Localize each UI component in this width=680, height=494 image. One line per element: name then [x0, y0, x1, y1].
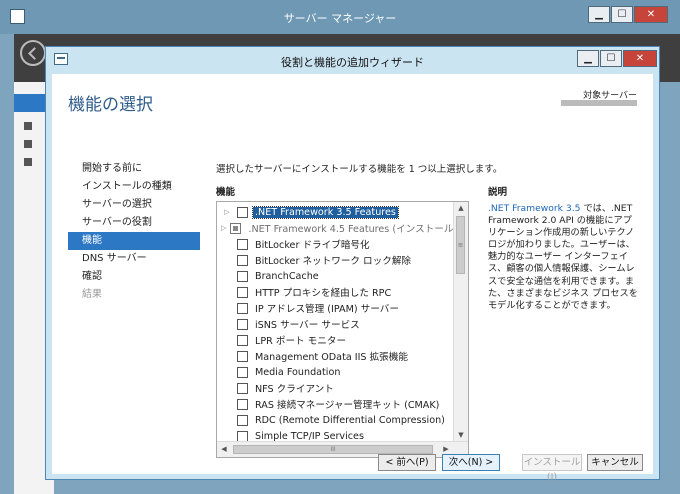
feature-label: RDC (Remote Differential Compression) [255, 414, 445, 426]
all-servers-icon[interactable] [24, 140, 32, 148]
scroll-left-arrow-icon[interactable]: ◀ [217, 442, 231, 457]
feature-row[interactable]: Media Foundation [217, 364, 455, 380]
cancel-button[interactable]: キャンセル [587, 454, 643, 471]
feature-row[interactable]: HTTP プロキシを経由した RPC [217, 284, 455, 300]
feature-row[interactable]: IP アドレス管理 (IPAM) サーバー [217, 300, 455, 316]
bg-close-button[interactable]: ✕ [634, 6, 668, 23]
next-button[interactable]: 次へ(N) > [442, 454, 500, 471]
previous-button[interactable]: < 前へ(P) [378, 454, 436, 471]
expand-arrow-icon[interactable]: ▷ [221, 224, 226, 232]
description-text: .NET Framework 3.5 では、.NET Framework 2.0… [488, 203, 638, 312]
server-manager-titlebar: サーバー マネージャー ▁ ☐ ✕ [0, 0, 680, 34]
expand-arrow-icon[interactable]: ▷ [221, 208, 233, 216]
feature-label: RAS 接続マネージャー管理キット (CMAK) [255, 400, 440, 411]
feature-row[interactable]: Simple TCP/IP Services [217, 428, 455, 442]
local-server-icon[interactable] [24, 122, 32, 130]
feature-label: Media Foundation [255, 366, 341, 378]
wizard-content: 機能の選択 対象サーバー 開始する前に インストールの種類 サーバーの選択 サー… [52, 74, 653, 483]
feature-checkbox[interactable] [237, 382, 248, 394]
wizard-maximize-button[interactable]: ☐ [600, 50, 622, 67]
features-list: ▷ .NET Framework 3.5 Features ▷ .NET Framew… [217, 202, 455, 442]
wizard-titlebar: 役割と機能の追加ウィザード ▁ ☐ ✕ [46, 47, 659, 73]
horizontal-scroll-thumb[interactable]: III [233, 445, 433, 454]
feature-label: .NET Framework 3.5 Features [252, 205, 399, 219]
vertical-scroll-thumb[interactable]: ≡ [456, 216, 465, 274]
step-dns-server[interactable]: DNS サーバー [68, 250, 200, 268]
feature-checkbox[interactable] [237, 334, 248, 346]
feature-checkbox[interactable] [237, 254, 248, 266]
instruction-text: 選択したサーバーにインストールする機能を 1 つ以上選択します。 [216, 164, 503, 175]
feature-row[interactable]: BitLocker ネットワーク ロック解除 [217, 252, 455, 268]
feature-label: NFS クライアント [255, 384, 334, 395]
bg-minimize-button[interactable]: ▁ [588, 6, 610, 23]
feature-row[interactable]: RAS 接続マネージャー管理キット (CMAK) [217, 396, 455, 412]
feature-checkbox[interactable] [230, 222, 242, 234]
feature-row[interactable]: NFS クライアント [217, 380, 455, 396]
feature-row[interactable]: ▷ .NET Framework 4.5 Features (インストール済み [217, 220, 455, 236]
features-heading: 機能 [216, 187, 236, 198]
feature-label: LPR ポート モニター [255, 336, 347, 347]
feature-checkbox[interactable] [237, 398, 248, 410]
feature-checkbox[interactable] [237, 302, 248, 314]
server-manager-title: サーバー マネージャー [283, 12, 397, 25]
feature-checkbox[interactable] [237, 270, 248, 282]
add-roles-features-wizard: 役割と機能の追加ウィザード ▁ ☐ ✕ 機能の選択 対象サーバー 開始する前に … [45, 46, 660, 483]
feature-checkbox[interactable] [237, 414, 248, 426]
feature-checkbox[interactable] [237, 238, 248, 250]
features-tree[interactable]: ▷ .NET Framework 3.5 Features ▷ .NET Framew… [216, 201, 469, 458]
feature-row[interactable]: RDC (Remote Differential Compression) [217, 412, 455, 428]
step-results: 結果 [82, 289, 102, 300]
step-confirmation[interactable]: 確認 [68, 268, 200, 286]
step-server-roles[interactable]: サーバーの役割 [68, 214, 200, 232]
feature-row[interactable]: iSNS サーバー サービス [217, 316, 455, 332]
feature-label: IP アドレス管理 (IPAM) サーバー [255, 304, 399, 315]
bg-maximize-button[interactable]: ☐ [611, 6, 633, 23]
feature-row[interactable]: LPR ポート モニター [217, 332, 455, 348]
page-title: 機能の選択 [68, 95, 153, 115]
feature-checkbox[interactable] [237, 318, 248, 330]
feature-label: iSNS サーバー サービス [255, 320, 360, 331]
feature-checkbox[interactable] [237, 430, 248, 442]
feature-label: BranchCache [255, 270, 319, 282]
feature-label: BitLocker ネットワーク ロック解除 [255, 256, 412, 267]
step-features[interactable]: 機能 [68, 232, 200, 250]
scroll-up-arrow-icon[interactable]: ▲ [454, 202, 468, 215]
wizard-minimize-button[interactable]: ▁ [577, 50, 599, 67]
feature-row[interactable]: BranchCache [217, 268, 455, 284]
wizard-close-button[interactable]: ✕ [623, 50, 657, 67]
install-button: インストール(I) [522, 454, 582, 483]
step-server-selection[interactable]: サーバーの選択 [68, 196, 200, 214]
feature-label: BitLocker ドライブ暗号化 [255, 240, 370, 251]
feature-row[interactable]: Management OData IIS 拡張機能 [217, 348, 455, 364]
feature-label: Simple TCP/IP Services [255, 430, 364, 442]
feature-checkbox[interactable] [237, 206, 248, 218]
back-arrow-icon[interactable] [20, 40, 46, 66]
feature-checkbox[interactable] [237, 350, 248, 362]
feature-checkbox[interactable] [237, 366, 248, 378]
feature-checkbox[interactable] [237, 286, 248, 298]
wizard-title: 役割と機能の追加ウィザード [281, 56, 424, 69]
file-services-icon[interactable] [24, 158, 32, 166]
feature-label: Management OData IIS 拡張機能 [255, 352, 408, 363]
destination-server-name-redacted [561, 100, 637, 106]
feature-label: HTTP プロキシを経由した RPC [255, 288, 392, 299]
wizard-steps: 開始する前に インストールの種類 サーバーの選択 サーバーの役割 機能 DNS … [68, 160, 200, 304]
feature-label: .NET Framework 4.5 Features (インストール済み [248, 224, 455, 235]
description-link[interactable]: .NET Framework 3.5 [488, 203, 581, 214]
feature-row[interactable]: ▷ .NET Framework 3.5 Features [217, 204, 455, 220]
feature-row[interactable]: BitLocker ドライブ暗号化 [217, 236, 455, 252]
step-before-you-begin[interactable]: 開始する前に [68, 160, 200, 178]
vertical-scrollbar[interactable]: ▲ ≡ ▼ [453, 202, 468, 442]
description-heading: 説明 [488, 187, 508, 198]
step-installation-type[interactable]: インストールの種類 [68, 178, 200, 196]
description-body: では、.NET Framework 2.0 API の機能にアプリケーション作成… [488, 203, 638, 311]
